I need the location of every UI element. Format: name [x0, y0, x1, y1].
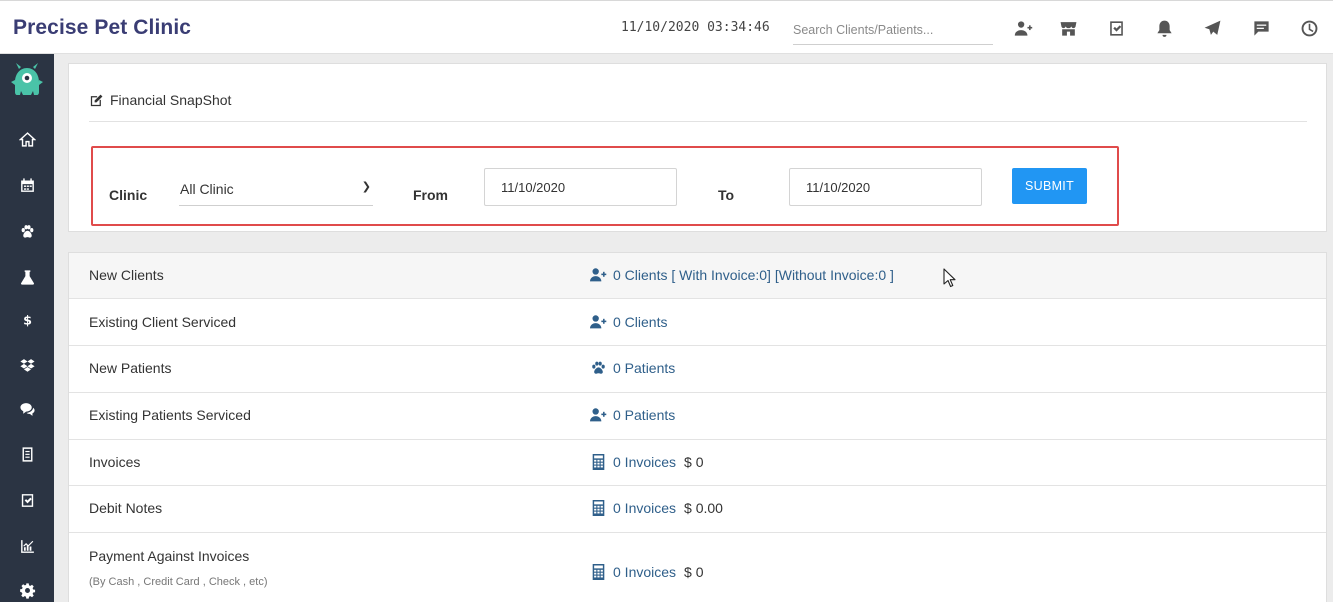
- search-input[interactable]: [793, 15, 993, 45]
- store-icon[interactable]: [1057, 17, 1079, 39]
- edit-icon: [90, 94, 103, 106]
- paw-icon[interactable]: [0, 216, 54, 246]
- from-label: From: [413, 187, 448, 203]
- invoices-amount: $ 0: [684, 454, 704, 470]
- stats-table: New Clients 0 Clients [ With Invoice:0] …: [68, 252, 1327, 602]
- app-brand[interactable]: Precise Pet Clinic: [13, 16, 191, 40]
- chat-icon[interactable]: [1250, 17, 1272, 39]
- checkbox-icon[interactable]: [0, 485, 54, 515]
- home-icon[interactable]: [0, 124, 54, 154]
- user-plus-icon: [590, 315, 607, 329]
- to-date-input[interactable]: [789, 168, 982, 206]
- stat-label: New Patients: [89, 360, 172, 376]
- dropbox-icon[interactable]: [0, 350, 54, 380]
- stat-sublabel: (By Cash , Credit Card , Check , etc): [89, 576, 268, 588]
- clinic-select[interactable]: All Clinic ❯: [179, 174, 373, 206]
- table-row: Existing Client Serviced 0 Clients: [69, 299, 1326, 346]
- calculator-icon: [592, 500, 605, 516]
- list-icon[interactable]: [0, 439, 54, 469]
- flask-icon[interactable]: [0, 262, 54, 292]
- send-icon[interactable]: [1201, 17, 1223, 39]
- table-row: New Patients 0 Patients: [69, 346, 1326, 393]
- payments-link[interactable]: 0 Invoices: [613, 564, 676, 580]
- stat-value: 0 Clients [ With Invoice:0] [Without Inv…: [590, 267, 894, 283]
- table-row: Invoices 0 Invoices $ 0: [69, 440, 1326, 486]
- submit-button[interactable]: SUBMIT: [1012, 168, 1087, 204]
- stat-value: 0 Patients: [590, 360, 675, 376]
- add-client-icon[interactable]: [1012, 17, 1034, 39]
- gear-icon[interactable]: [0, 575, 54, 602]
- clinic-label: Clinic: [109, 187, 148, 203]
- stat-value: 0 Clients: [590, 314, 667, 330]
- table-row: Debit Notes 0 Invoices $ 0.00: [69, 486, 1326, 533]
- stat-label: Debit Notes: [89, 500, 163, 516]
- paw-icon: [592, 361, 605, 374]
- chart-icon[interactable]: [0, 531, 54, 561]
- top-bar: Precise Pet Clinic 11/10/2020 03:34:46: [0, 0, 1333, 54]
- payments-amount: $ 0: [684, 564, 704, 580]
- stat-value: 0 Patients: [590, 407, 675, 423]
- sidebar: $: [0, 54, 54, 602]
- chevron-down-icon: ❯: [361, 181, 371, 193]
- clock-icon[interactable]: [1298, 17, 1320, 39]
- panel-title-text: Financial SnapShot: [110, 92, 232, 108]
- to-label: To: [718, 187, 735, 203]
- panel-title: Financial SnapShot: [89, 92, 231, 108]
- mouse-cursor-icon: [943, 268, 956, 288]
- existing-clients-link[interactable]: 0 Clients: [613, 314, 667, 330]
- stat-value: 0 Invoices $ 0: [590, 564, 704, 580]
- user-plus-icon: [590, 268, 607, 282]
- monster-logo-icon[interactable]: [9, 60, 45, 100]
- calendar-icon[interactable]: [0, 170, 54, 200]
- invoices-link[interactable]: 0 Invoices: [613, 454, 676, 470]
- bell-icon[interactable]: [1153, 17, 1175, 39]
- stat-value: 0 Invoices $ 0: [590, 454, 704, 470]
- calculator-icon: [592, 454, 605, 470]
- stat-value: 0 Invoices $ 0.00: [590, 500, 723, 516]
- divider: [89, 121, 1307, 122]
- svg-text:$: $: [23, 313, 32, 328]
- table-row: Payment Against Invoices (By Cash , Cred…: [69, 533, 1326, 602]
- existing-patients-link[interactable]: 0 Patients: [613, 407, 675, 423]
- dollar-icon[interactable]: $: [0, 304, 54, 334]
- comments-icon[interactable]: [0, 394, 54, 424]
- stat-label: Payment Against Invoices: [89, 548, 250, 564]
- calculator-icon: [592, 564, 605, 580]
- new-patients-link[interactable]: 0 Patients: [613, 360, 675, 376]
- stat-label: New Clients: [89, 267, 164, 283]
- stat-label: Invoices: [89, 454, 141, 470]
- stat-label: Existing Client Serviced: [89, 314, 237, 330]
- table-row: Existing Patients Serviced 0 Patients: [69, 393, 1326, 440]
- financial-snapshot-panel: Financial SnapShot Clinic All Clinic ❯ F…: [68, 63, 1327, 232]
- debit-notes-amount: $ 0.00: [684, 500, 723, 516]
- from-date-input[interactable]: [484, 168, 677, 206]
- new-clients-link[interactable]: 0 Clients [ With Invoice:0] [Without Inv…: [613, 267, 894, 283]
- clinic-select-value: All Clinic: [180, 181, 234, 197]
- debit-notes-link[interactable]: 0 Invoices: [613, 500, 676, 516]
- table-row: New Clients 0 Clients [ With Invoice:0] …: [69, 253, 1326, 299]
- stat-label: Existing Patients Serviced: [89, 407, 251, 423]
- user-plus-icon: [590, 408, 607, 422]
- checkbox-icon[interactable]: [1105, 17, 1127, 39]
- current-datetime: 11/10/2020 03:34:46: [621, 20, 770, 35]
